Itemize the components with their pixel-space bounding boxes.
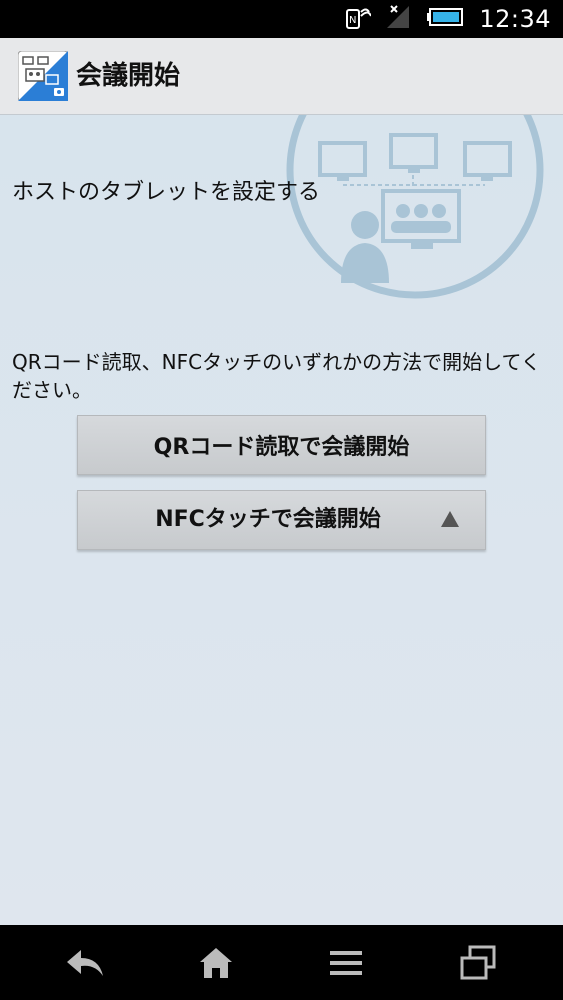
battery-icon	[427, 6, 465, 32]
qr-start-button-label: QRコード読取で会議開始	[153, 435, 410, 460]
svg-text:N: N	[349, 15, 356, 26]
triangle-up-icon	[441, 511, 459, 527]
clock: 12:34	[479, 5, 551, 33]
page-title: 会議開始	[76, 61, 181, 91]
no-signal-icon	[385, 2, 413, 36]
app-icon[interactable]	[17, 50, 69, 102]
nfc-start-button-label: NFCタッチで会議開始	[155, 507, 381, 532]
host-tablet-illustration	[285, 115, 555, 335]
nfc-icon: N	[341, 2, 373, 36]
instruction-text: QRコード読取、NFCタッチのいずれかの方法で開始してください。	[12, 350, 541, 402]
home-icon[interactable]	[176, 925, 256, 1000]
nfc-start-button[interactable]: NFCタッチで会議開始	[77, 490, 486, 550]
qr-start-button[interactable]: QRコード読取で会議開始	[77, 415, 486, 475]
action-bar: 会議開始	[0, 38, 563, 115]
menu-icon[interactable]	[306, 925, 386, 1000]
recent-apps-icon[interactable]	[438, 925, 518, 1000]
back-icon[interactable]	[45, 925, 125, 1000]
status-bar: N 12:34	[0, 0, 563, 38]
navigation-bar	[0, 925, 563, 1000]
status-icons: N 12:34	[341, 0, 551, 38]
setup-heading: ホストのタブレットを設定する	[12, 180, 321, 205]
main-content: ホストのタブレットを設定する QRコード読取、NFCタッチのいずれかの方法で開始…	[0, 115, 563, 925]
